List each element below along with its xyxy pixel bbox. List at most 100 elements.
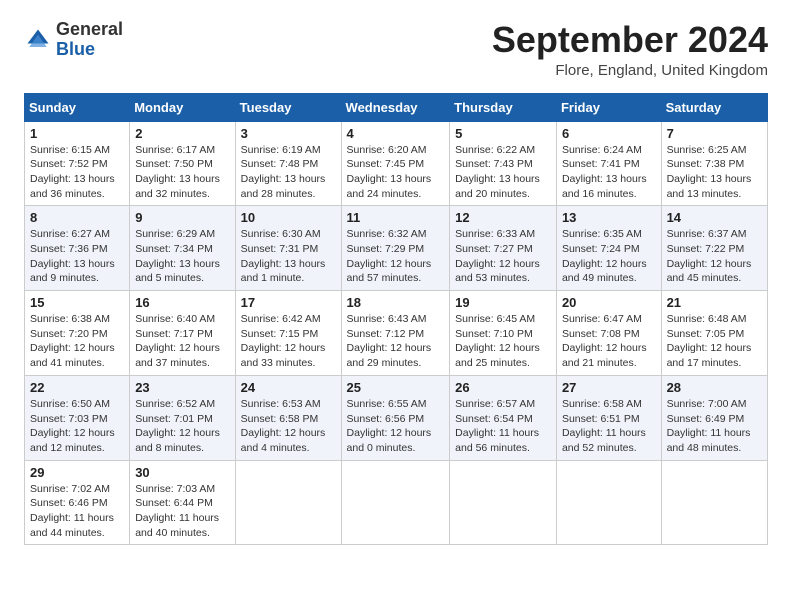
calendar-header-row: Sunday Monday Tuesday Wednesday Thursday…	[25, 93, 768, 121]
calendar-cell: 19 Sunrise: 6:45 AM Sunset: 7:10 PM Dayl…	[450, 291, 557, 376]
logo-icon	[24, 26, 52, 54]
day-number: 16	[135, 295, 229, 310]
day-info: Sunrise: 6:17 AM Sunset: 7:50 PM Dayligh…	[135, 143, 229, 202]
calendar-cell: 4 Sunrise: 6:20 AM Sunset: 7:45 PM Dayli…	[341, 121, 450, 206]
day-number: 8	[30, 210, 124, 225]
calendar-cell: 29 Sunrise: 7:02 AM Sunset: 6:46 PM Dayl…	[25, 460, 130, 545]
col-sunday: Sunday	[25, 93, 130, 121]
calendar-cell: 7 Sunrise: 6:25 AM Sunset: 7:38 PM Dayli…	[661, 121, 767, 206]
day-number: 9	[135, 210, 229, 225]
calendar-cell: 26 Sunrise: 6:57 AM Sunset: 6:54 PM Dayl…	[450, 375, 557, 460]
calendar-cell: 18 Sunrise: 6:43 AM Sunset: 7:12 PM Dayl…	[341, 291, 450, 376]
day-info: Sunrise: 7:03 AM Sunset: 6:44 PM Dayligh…	[135, 482, 229, 541]
day-number: 5	[455, 126, 551, 141]
day-number: 21	[667, 295, 762, 310]
day-info: Sunrise: 6:45 AM Sunset: 7:10 PM Dayligh…	[455, 312, 551, 371]
day-info: Sunrise: 6:32 AM Sunset: 7:29 PM Dayligh…	[347, 227, 445, 286]
day-number: 28	[667, 380, 762, 395]
day-number: 29	[30, 465, 124, 480]
day-info: Sunrise: 6:25 AM Sunset: 7:38 PM Dayligh…	[667, 143, 762, 202]
calendar-cell	[341, 460, 450, 545]
day-info: Sunrise: 6:55 AM Sunset: 6:56 PM Dayligh…	[347, 397, 445, 456]
day-info: Sunrise: 6:47 AM Sunset: 7:08 PM Dayligh…	[562, 312, 656, 371]
col-thursday: Thursday	[450, 93, 557, 121]
col-tuesday: Tuesday	[235, 93, 341, 121]
calendar-cell: 10 Sunrise: 6:30 AM Sunset: 7:31 PM Dayl…	[235, 206, 341, 291]
calendar-cell: 16 Sunrise: 6:40 AM Sunset: 7:17 PM Dayl…	[130, 291, 235, 376]
calendar-week-3: 15 Sunrise: 6:38 AM Sunset: 7:20 PM Dayl…	[25, 291, 768, 376]
logo: General Blue	[24, 20, 123, 60]
day-number: 27	[562, 380, 656, 395]
logo-text: General Blue	[56, 20, 123, 60]
day-info: Sunrise: 6:52 AM Sunset: 7:01 PM Dayligh…	[135, 397, 229, 456]
day-info: Sunrise: 6:57 AM Sunset: 6:54 PM Dayligh…	[455, 397, 551, 456]
calendar-week-1: 1 Sunrise: 6:15 AM Sunset: 7:52 PM Dayli…	[25, 121, 768, 206]
calendar-cell: 3 Sunrise: 6:19 AM Sunset: 7:48 PM Dayli…	[235, 121, 341, 206]
day-info: Sunrise: 6:43 AM Sunset: 7:12 PM Dayligh…	[347, 312, 445, 371]
day-number: 23	[135, 380, 229, 395]
day-number: 2	[135, 126, 229, 141]
calendar-cell: 25 Sunrise: 6:55 AM Sunset: 6:56 PM Dayl…	[341, 375, 450, 460]
calendar-cell: 6 Sunrise: 6:24 AM Sunset: 7:41 PM Dayli…	[556, 121, 661, 206]
day-number: 25	[347, 380, 445, 395]
calendar-cell: 13 Sunrise: 6:35 AM Sunset: 7:24 PM Dayl…	[556, 206, 661, 291]
day-number: 10	[241, 210, 336, 225]
day-info: Sunrise: 6:20 AM Sunset: 7:45 PM Dayligh…	[347, 143, 445, 202]
calendar-cell	[235, 460, 341, 545]
calendar-cell: 23 Sunrise: 6:52 AM Sunset: 7:01 PM Dayl…	[130, 375, 235, 460]
day-info: Sunrise: 6:40 AM Sunset: 7:17 PM Dayligh…	[135, 312, 229, 371]
calendar-cell: 8 Sunrise: 6:27 AM Sunset: 7:36 PM Dayli…	[25, 206, 130, 291]
calendar-cell: 5 Sunrise: 6:22 AM Sunset: 7:43 PM Dayli…	[450, 121, 557, 206]
calendar-cell: 9 Sunrise: 6:29 AM Sunset: 7:34 PM Dayli…	[130, 206, 235, 291]
calendar-cell: 12 Sunrise: 6:33 AM Sunset: 7:27 PM Dayl…	[450, 206, 557, 291]
day-number: 22	[30, 380, 124, 395]
day-number: 3	[241, 126, 336, 141]
location: Flore, England, United Kingdom	[492, 62, 768, 79]
day-number: 7	[667, 126, 762, 141]
day-number: 4	[347, 126, 445, 141]
day-info: Sunrise: 6:53 AM Sunset: 6:58 PM Dayligh…	[241, 397, 336, 456]
day-info: Sunrise: 6:38 AM Sunset: 7:20 PM Dayligh…	[30, 312, 124, 371]
calendar-cell	[450, 460, 557, 545]
day-info: Sunrise: 6:29 AM Sunset: 7:34 PM Dayligh…	[135, 227, 229, 286]
day-info: Sunrise: 6:48 AM Sunset: 7:05 PM Dayligh…	[667, 312, 762, 371]
calendar-cell: 30 Sunrise: 7:03 AM Sunset: 6:44 PM Dayl…	[130, 460, 235, 545]
calendar-cell: 20 Sunrise: 6:47 AM Sunset: 7:08 PM Dayl…	[556, 291, 661, 376]
day-info: Sunrise: 6:27 AM Sunset: 7:36 PM Dayligh…	[30, 227, 124, 286]
col-saturday: Saturday	[661, 93, 767, 121]
calendar-cell: 2 Sunrise: 6:17 AM Sunset: 7:50 PM Dayli…	[130, 121, 235, 206]
day-number: 15	[30, 295, 124, 310]
col-monday: Monday	[130, 93, 235, 121]
calendar-week-4: 22 Sunrise: 6:50 AM Sunset: 7:03 PM Dayl…	[25, 375, 768, 460]
day-info: Sunrise: 6:15 AM Sunset: 7:52 PM Dayligh…	[30, 143, 124, 202]
col-wednesday: Wednesday	[341, 93, 450, 121]
calendar-week-2: 8 Sunrise: 6:27 AM Sunset: 7:36 PM Dayli…	[25, 206, 768, 291]
day-number: 18	[347, 295, 445, 310]
day-number: 17	[241, 295, 336, 310]
calendar-cell: 21 Sunrise: 6:48 AM Sunset: 7:05 PM Dayl…	[661, 291, 767, 376]
day-number: 26	[455, 380, 551, 395]
day-info: Sunrise: 6:22 AM Sunset: 7:43 PM Dayligh…	[455, 143, 551, 202]
day-number: 12	[455, 210, 551, 225]
calendar-cell: 17 Sunrise: 6:42 AM Sunset: 7:15 PM Dayl…	[235, 291, 341, 376]
calendar-cell: 14 Sunrise: 6:37 AM Sunset: 7:22 PM Dayl…	[661, 206, 767, 291]
title-block: September 2024 Flore, England, United Ki…	[492, 20, 768, 79]
calendar-cell: 28 Sunrise: 7:00 AM Sunset: 6:49 PM Dayl…	[661, 375, 767, 460]
day-number: 11	[347, 210, 445, 225]
calendar-cell: 24 Sunrise: 6:53 AM Sunset: 6:58 PM Dayl…	[235, 375, 341, 460]
day-info: Sunrise: 6:24 AM Sunset: 7:41 PM Dayligh…	[562, 143, 656, 202]
month-title: September 2024	[492, 20, 768, 60]
day-number: 19	[455, 295, 551, 310]
calendar-cell	[661, 460, 767, 545]
day-number: 20	[562, 295, 656, 310]
calendar-cell: 15 Sunrise: 6:38 AM Sunset: 7:20 PM Dayl…	[25, 291, 130, 376]
calendar-cell	[556, 460, 661, 545]
day-number: 6	[562, 126, 656, 141]
calendar-cell: 1 Sunrise: 6:15 AM Sunset: 7:52 PM Dayli…	[25, 121, 130, 206]
calendar-cell: 22 Sunrise: 6:50 AM Sunset: 7:03 PM Dayl…	[25, 375, 130, 460]
day-info: Sunrise: 6:42 AM Sunset: 7:15 PM Dayligh…	[241, 312, 336, 371]
day-number: 24	[241, 380, 336, 395]
day-number: 13	[562, 210, 656, 225]
day-info: Sunrise: 7:00 AM Sunset: 6:49 PM Dayligh…	[667, 397, 762, 456]
day-number: 14	[667, 210, 762, 225]
